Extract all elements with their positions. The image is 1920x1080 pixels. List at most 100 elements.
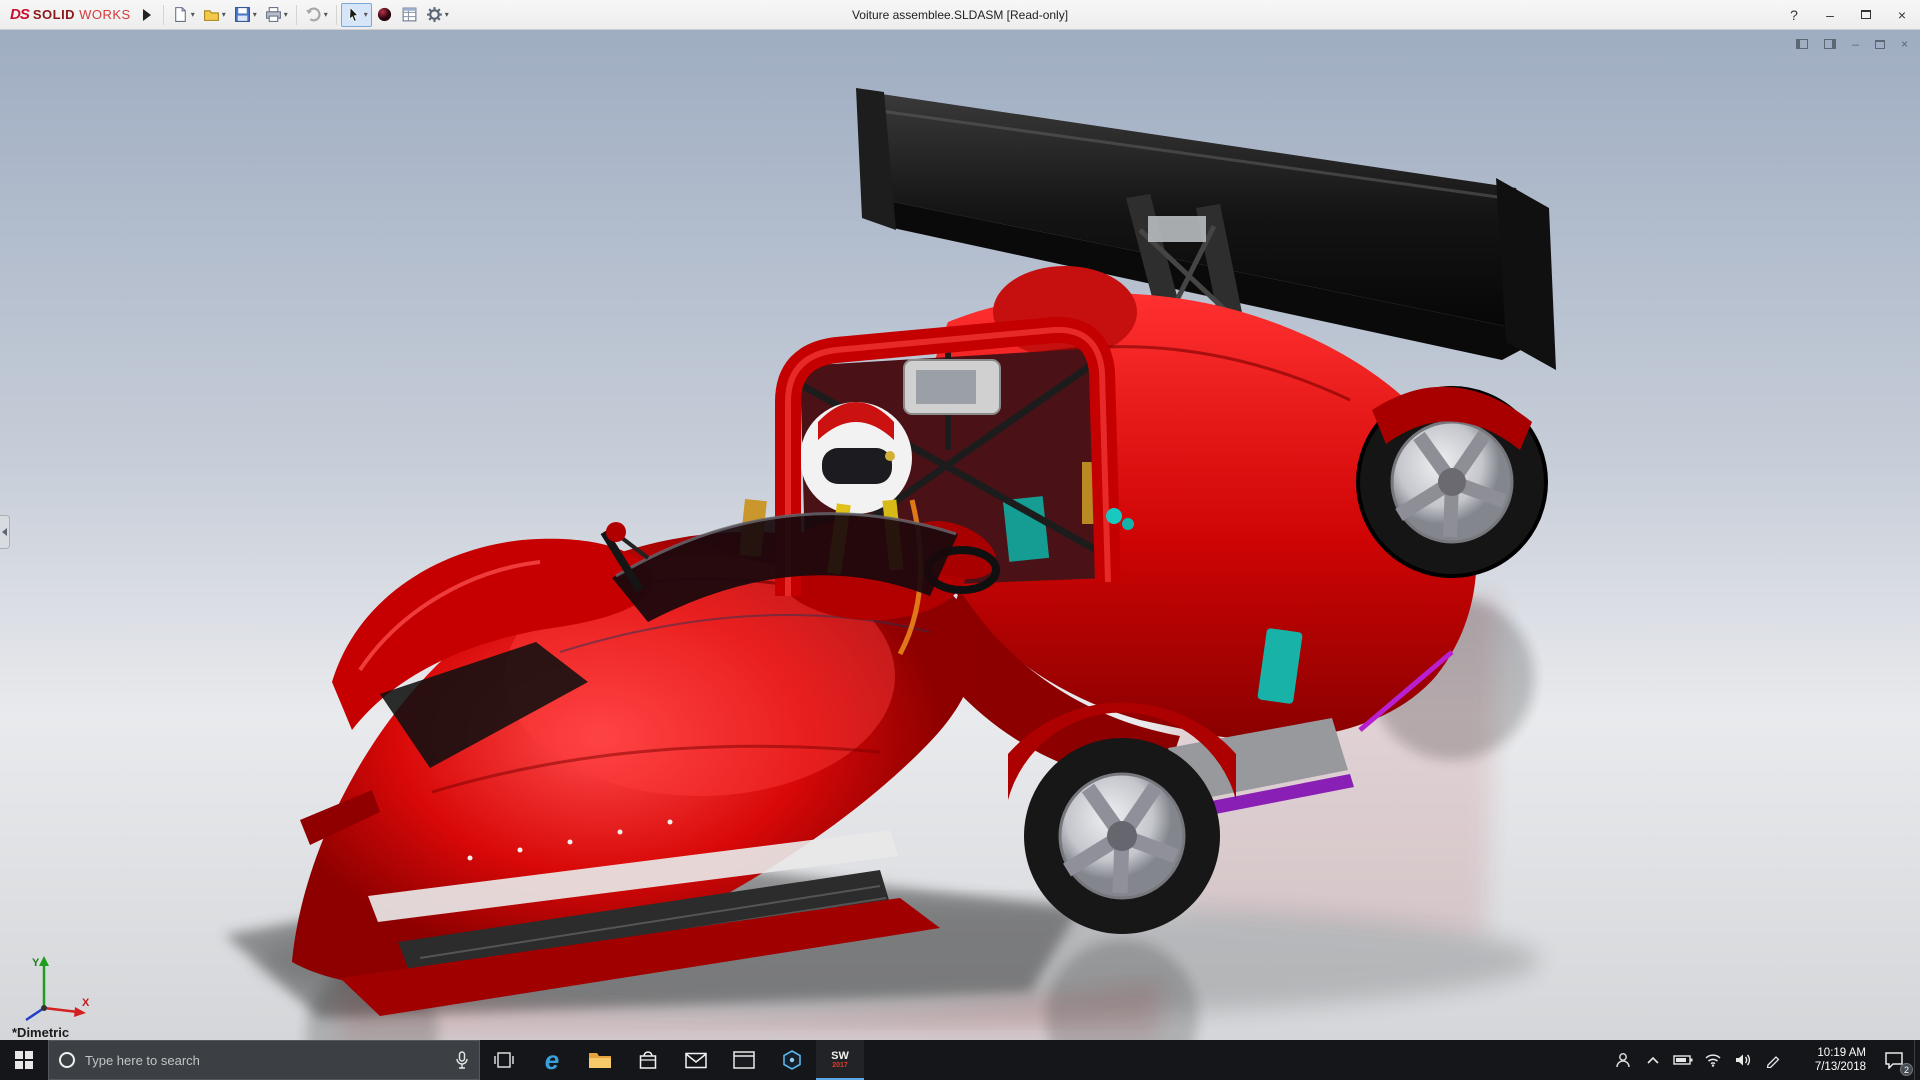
pen-button[interactable]: [1758, 1040, 1788, 1080]
solidworks-logo: DS SOLID WORKS: [0, 6, 137, 23]
window-controls: ? – ×: [1776, 0, 1920, 29]
windows-logo-icon: [15, 1051, 33, 1069]
brand-works-text: WORKS: [79, 7, 131, 22]
chevron-up-icon: [1647, 1056, 1659, 1064]
triad-y-label: Y: [32, 957, 40, 969]
gear-icon: [426, 7, 442, 22]
select-tool-button[interactable]: ▾: [340, 2, 372, 27]
ds-logo-icon: DS: [10, 6, 30, 23]
edge-button[interactable]: e: [528, 1040, 576, 1080]
file-explorer-button[interactable]: [576, 1040, 624, 1080]
solidworks-app-button[interactable]: SW 2017: [816, 1040, 864, 1080]
mail-icon: [685, 1052, 707, 1068]
terminal-button[interactable]: [720, 1040, 768, 1080]
appearance-button[interactable]: [372, 3, 397, 27]
table-grid-icon: [402, 7, 417, 22]
feature-panel-flyout-tab[interactable]: [0, 514, 10, 549]
settings-button[interactable]: ▾: [422, 3, 453, 27]
battery-icon: [1673, 1055, 1693, 1065]
chevron-down-icon[interactable]: ▾: [222, 10, 226, 19]
file-explorer-icon: [589, 1053, 611, 1068]
save-icon: [234, 7, 250, 22]
task-view-icon: [494, 1052, 514, 1068]
action-center-button[interactable]: 2: [1874, 1040, 1914, 1080]
title-bar: DS SOLID WORKS ▾ ▾ ▾ ▾ ▾ ▾ ▾ Voiture ass…: [0, 0, 1920, 30]
task-view-button[interactable]: [480, 1040, 528, 1080]
open-document-button[interactable]: ▾: [199, 3, 230, 27]
help-button[interactable]: ?: [1776, 0, 1812, 29]
document-window-controls: – ×: [1796, 38, 1908, 50]
print-button[interactable]: ▾: [261, 3, 292, 27]
side-mirror: [606, 522, 626, 542]
options-table-button[interactable]: [397, 3, 422, 27]
maximize-button[interactable]: [1848, 0, 1884, 29]
chevron-down-icon[interactable]: ▾: [324, 10, 328, 19]
mail-button[interactable]: [672, 1040, 720, 1080]
toolbar-separator: [295, 4, 297, 25]
clock-date: 7/13/2018: [1814, 1061, 1866, 1073]
solidworks-window: DS SOLID WORKS ▾ ▾ ▾ ▾ ▾ ▾ ▾ Voiture ass…: [0, 0, 1920, 1080]
pane-left-icon: [1796, 39, 1809, 49]
doc-restore-icon: [1874, 39, 1885, 49]
battery-button[interactable]: [1668, 1040, 1698, 1080]
car-model-render: [0, 30, 1920, 1040]
hidden-icons-button[interactable]: [1638, 1040, 1668, 1080]
people-button[interactable]: [1608, 1040, 1638, 1080]
wifi-icon: [1705, 1054, 1721, 1067]
doc-minimize-button[interactable]: –: [1852, 38, 1859, 50]
close-button[interactable]: ×: [1884, 0, 1920, 29]
open-folder-icon: [203, 10, 219, 21]
new-document-button[interactable]: ▾: [168, 3, 199, 27]
taskbar-search[interactable]: [48, 1040, 480, 1080]
toolbar-separator: [335, 4, 337, 25]
minimize-button[interactable]: –: [1812, 0, 1848, 29]
doc-restore-button[interactable]: [1874, 39, 1885, 49]
store-button[interactable]: [624, 1040, 672, 1080]
clock-time: 10:19 AM: [1817, 1046, 1866, 1059]
hexagon-app-button[interactable]: [768, 1040, 816, 1080]
viewport-canvas[interactable]: – × Y X *Dimetric: [0, 30, 1920, 1040]
pane-left-button[interactable]: [1796, 39, 1809, 49]
chevron-down-icon[interactable]: ▾: [253, 10, 257, 19]
volume-button[interactable]: [1728, 1040, 1758, 1080]
triad-x-label: X: [82, 997, 90, 1009]
doc-close-button[interactable]: ×: [1901, 38, 1908, 50]
save-button[interactable]: ▾: [230, 3, 261, 27]
pane-right-icon: [1824, 39, 1837, 49]
notification-badge: 2: [1900, 1063, 1913, 1076]
start-button[interactable]: [0, 1040, 48, 1080]
speaker-icon: [1736, 1054, 1751, 1066]
search-input[interactable]: [85, 1052, 445, 1068]
new-document-icon: [174, 7, 186, 22]
menu-flyout-arrow-icon[interactable]: [142, 8, 151, 21]
select-cursor-icon: [349, 6, 359, 22]
store-bag-icon: [639, 1051, 657, 1069]
rear-wheel: [1356, 386, 1548, 578]
chevron-down-icon[interactable]: ▾: [364, 10, 368, 19]
hexagon-app-icon: [783, 1050, 801, 1070]
pen-icon: [1766, 1056, 1780, 1068]
orientation-triad: Y X: [25, 956, 90, 1022]
solidworks-app-icon: SW 2017: [831, 1050, 849, 1070]
people-icon: [1616, 1053, 1630, 1068]
helmet-visor: [822, 448, 892, 484]
edge-icon: e: [544, 1045, 560, 1075]
appearance-sphere-icon: [377, 7, 391, 22]
microphone-icon[interactable]: [455, 1051, 469, 1069]
taskbar: e SW 2017: [0, 1040, 1920, 1080]
network-button[interactable]: [1698, 1040, 1728, 1080]
chevron-down-icon[interactable]: ▾: [284, 10, 288, 19]
print-icon: [265, 7, 281, 22]
cortana-icon: [59, 1052, 75, 1068]
show-desktop-button[interactable]: [1914, 1040, 1920, 1080]
terminal-window-icon: [733, 1051, 755, 1069]
view-orientation-label: *Dimetric: [12, 1025, 70, 1040]
taskbar-clock[interactable]: 10:19 AM 7/13/2018: [1788, 1040, 1874, 1080]
undo-button[interactable]: ▾: [301, 3, 332, 27]
pane-right-button[interactable]: [1824, 39, 1837, 49]
maximize-icon: [1861, 10, 1871, 19]
chevron-down-icon[interactable]: ▾: [191, 10, 195, 19]
system-tray: 10:19 AM 7/13/2018 2: [1608, 1040, 1920, 1080]
chevron-down-icon[interactable]: ▾: [445, 10, 449, 19]
undo-icon: [305, 7, 321, 22]
